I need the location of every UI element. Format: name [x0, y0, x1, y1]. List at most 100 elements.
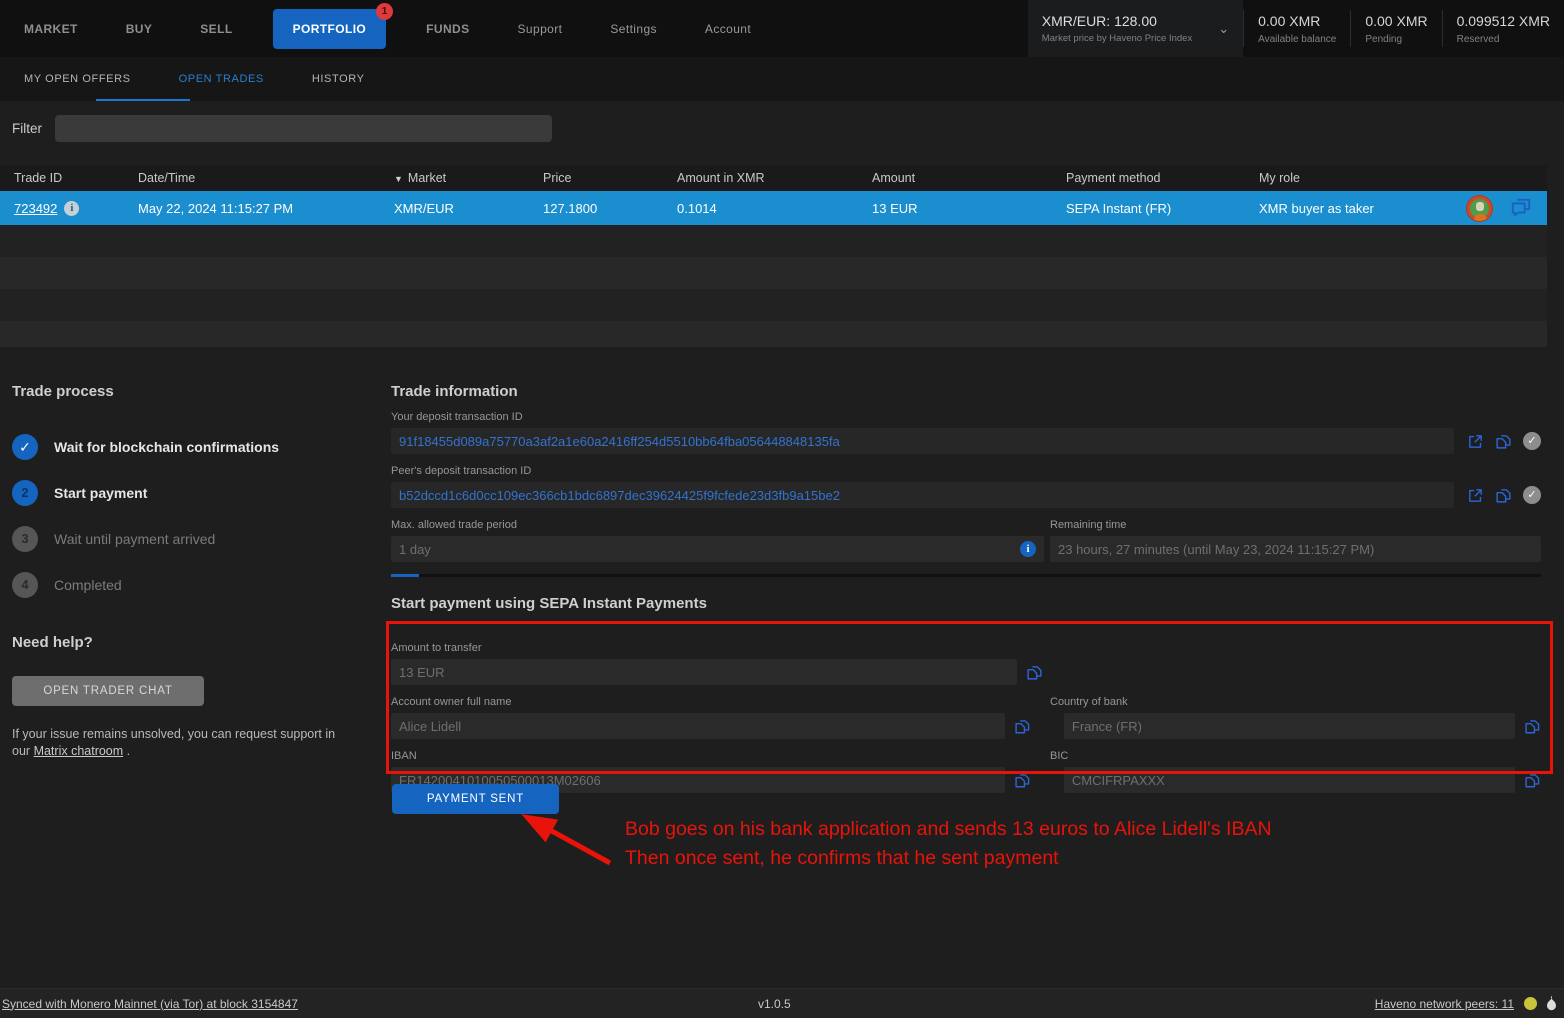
remaining-time-value: 23 hours, 27 minutes (until May 23, 2024…	[1058, 542, 1374, 557]
amount-field: 13 EUR	[391, 659, 1017, 685]
status-bar: Synced with Monero Mainnet (via Tor) at …	[0, 988, 1564, 1018]
tab-open-trades[interactable]: OPEN TRADES	[155, 73, 288, 85]
bic-label: BIC	[1050, 750, 1068, 762]
trader-avatar-icon[interactable]	[1466, 195, 1493, 222]
copy-icon[interactable]	[1524, 772, 1541, 789]
remaining-time-field: 23 hours, 27 minutes (until May 23, 2024…	[1050, 536, 1541, 562]
row-datetime: May 22, 2024 11:15:27 PM	[138, 201, 394, 216]
haveno-app: MARKET BUY SELL PORTFOLIO 1 FUNDS Suppor…	[0, 0, 1564, 1018]
network-peers-link[interactable]: Haveno network peers: 11	[1375, 997, 1514, 1011]
iban-label: IBAN	[391, 750, 1050, 762]
owner-label: Account owner full name	[391, 696, 1050, 708]
info-icon[interactable]: i	[1020, 541, 1036, 557]
trade-information-title: Trade information	[391, 383, 1541, 400]
annotation-line-2: Then once sent, he confirms that he sent…	[625, 844, 1272, 873]
matrix-chatroom-link[interactable]: Matrix chatroom	[34, 744, 124, 758]
open-trader-chat-button[interactable]: OPEN TRADER CHAT	[12, 676, 204, 706]
check-icon: ✓	[12, 434, 38, 460]
country-label: Country of bank	[1050, 696, 1128, 708]
confirmed-check-icon: ✓	[1523, 486, 1541, 504]
app-version: v1.0.5	[758, 997, 791, 1011]
market-price-selector[interactable]: XMR/EUR: 128.00 Market price by Haveno P…	[1028, 0, 1243, 57]
trade-id-link[interactable]: 723492	[14, 201, 57, 216]
nav-sell[interactable]: SELL	[176, 22, 256, 36]
step-label: Completed	[54, 577, 122, 593]
external-link-icon[interactable]	[1467, 487, 1484, 504]
copy-icon[interactable]	[1524, 718, 1541, 735]
need-help-title: Need help?	[12, 634, 374, 651]
copy-icon[interactable]	[1495, 487, 1512, 504]
peer-txid-field[interactable]: b52dccd1c6d0cc109ec366cb1bdc6897dec39624…	[391, 482, 1454, 508]
nav-buy[interactable]: BUY	[102, 22, 177, 36]
nav-funds[interactable]: FUNDS	[402, 22, 493, 36]
copy-icon[interactable]	[1026, 664, 1043, 681]
amount-label: Amount to transfer	[391, 642, 1541, 654]
reserved-balance: 0.099512 XMR Reserved	[1443, 0, 1564, 57]
nav-portfolio-label: PORTFOLIO	[293, 22, 367, 36]
step-completed: 4 Completed	[12, 562, 374, 608]
annotation-line-1: Bob goes on his bank application and sen…	[625, 815, 1272, 844]
external-link-icon[interactable]	[1467, 433, 1484, 450]
trade-information-panel: Trade information Your deposit transacti…	[391, 383, 1541, 577]
table-row-empty	[0, 257, 1547, 289]
col-payment-method[interactable]: Payment method	[1066, 171, 1259, 185]
col-market[interactable]: ▼Market	[394, 171, 543, 185]
nav-settings[interactable]: Settings	[586, 22, 681, 36]
col-amount-xmr[interactable]: Amount in XMR	[677, 171, 872, 185]
copy-icon[interactable]	[1495, 433, 1512, 450]
pending-balance-label: Pending	[1365, 34, 1427, 45]
trade-period-progress-fill	[391, 574, 419, 577]
remaining-time-label: Remaining time	[1050, 519, 1126, 531]
step-number: 4	[12, 572, 38, 598]
col-my-role[interactable]: My role	[1259, 171, 1547, 185]
col-trade-id[interactable]: Trade ID	[0, 171, 138, 185]
market-price-value: XMR/EUR: 128.00	[1042, 13, 1192, 29]
market-price-source: Market price by Haveno Price Index	[1042, 33, 1192, 44]
step-label: Start payment	[54, 485, 147, 501]
tab-my-open-offers[interactable]: MY OPEN OFFERS	[0, 73, 155, 85]
copy-icon[interactable]	[1014, 772, 1031, 789]
sepa-payment-section: Start payment using SEPA Instant Payment…	[391, 595, 1541, 793]
step-label: Wait until payment arrived	[54, 531, 215, 547]
col-price[interactable]: Price	[543, 171, 677, 185]
pending-balance-value: 0.00 XMR	[1365, 13, 1427, 29]
nav-account[interactable]: Account	[681, 22, 775, 36]
reserved-balance-value: 0.099512 XMR	[1457, 13, 1550, 29]
your-txid-field[interactable]: 91f18455d089a75770a3af2a1e60a2416ff254d5…	[391, 428, 1454, 454]
row-my-role: XMR buyer as taker	[1259, 201, 1466, 216]
nav-portfolio[interactable]: PORTFOLIO 1	[273, 9, 387, 49]
tab-history[interactable]: HISTORY	[288, 73, 389, 85]
trade-process-panel: Trade process ✓ Wait for blockchain conf…	[12, 383, 374, 760]
step-wait-confirmations: ✓ Wait for blockchain confirmations	[12, 424, 374, 470]
annotation-text: Bob goes on his bank application and sen…	[625, 815, 1272, 873]
nav-market[interactable]: MARKET	[0, 22, 102, 36]
table-row[interactable]: 723492 i May 22, 2024 11:15:27 PM XMR/EU…	[0, 191, 1547, 225]
open-trades-table: Trade ID Date/Time ▼Market Price Amount …	[0, 165, 1547, 347]
owner-value: Alice Lidell	[399, 719, 461, 734]
filter-input[interactable]	[55, 115, 552, 142]
col-datetime[interactable]: Date/Time	[138, 171, 394, 185]
chat-icon[interactable]	[1509, 197, 1533, 219]
country-field: France (FR)	[1064, 713, 1515, 739]
amount-value: 13 EUR	[399, 665, 445, 680]
trade-process-title: Trade process	[12, 383, 374, 400]
nav-support[interactable]: Support	[494, 22, 587, 36]
available-balance-value: 0.00 XMR	[1258, 13, 1336, 29]
step-label: Wait for blockchain confirmations	[54, 439, 279, 455]
info-icon[interactable]: i	[64, 201, 79, 216]
sync-status-link[interactable]: Synced with Monero Mainnet (via Tor) at …	[2, 997, 298, 1011]
bic-value: CMCIFRPAXXX	[1072, 773, 1165, 788]
portfolio-badge: 1	[376, 3, 393, 20]
owner-field: Alice Lidell	[391, 713, 1005, 739]
row-amount: 13 EUR	[872, 201, 1066, 216]
your-txid-label: Your deposit transaction ID	[391, 411, 1541, 423]
copy-icon[interactable]	[1014, 718, 1031, 735]
col-amount[interactable]: Amount	[872, 171, 1066, 185]
table-row-empty	[0, 321, 1547, 347]
support-text: If your issue remains unsolved, you can …	[12, 726, 342, 760]
max-period-value: 1 day	[399, 542, 1020, 557]
nav-balances-area: XMR/EUR: 128.00 Market price by Haveno P…	[1028, 0, 1564, 57]
payment-sent-button[interactable]: PAYMENT SENT	[392, 784, 559, 814]
trade-period-progress	[391, 574, 1541, 577]
row-amount-xmr: 0.1014	[677, 201, 872, 216]
